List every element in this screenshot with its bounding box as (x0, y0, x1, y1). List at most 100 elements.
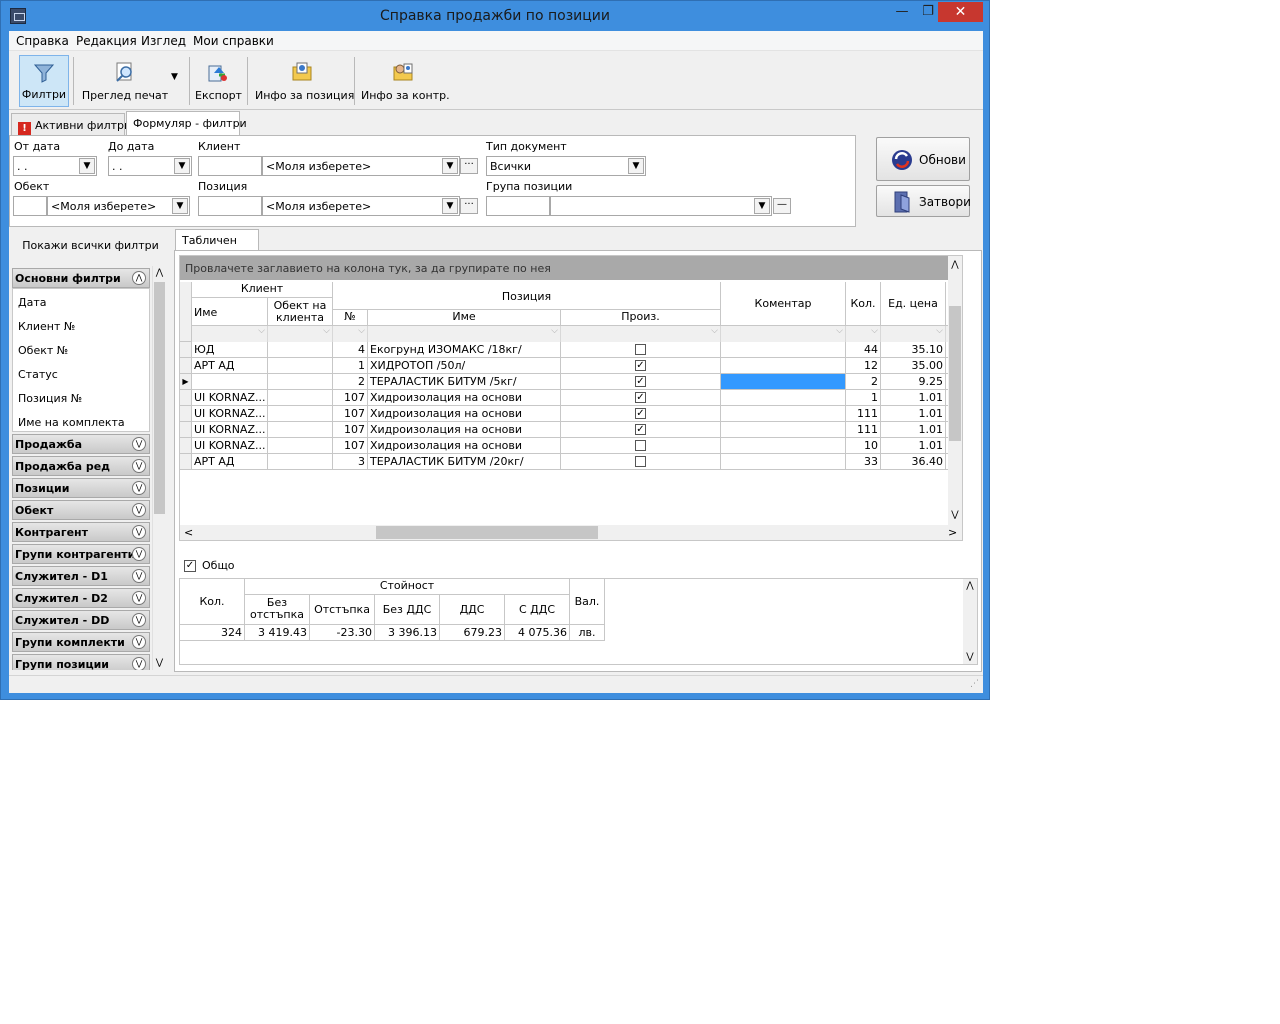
cell-produced[interactable] (561, 454, 721, 470)
filter-produced[interactable] (561, 326, 721, 342)
col-unit-price-header[interactable]: Ед. цена (881, 282, 946, 326)
client-code-input[interactable] (198, 156, 262, 176)
chevron-down-icon[interactable]: ⋁ (132, 481, 146, 495)
totals-with-vat-header[interactable]: С ДДС (505, 595, 570, 625)
chevron-down-icon[interactable]: ▼ (442, 158, 458, 174)
totals-currency-header[interactable]: Вал. (570, 579, 605, 625)
cell-object[interactable] (268, 406, 333, 422)
cell-unit-price[interactable]: 9.25 (881, 374, 946, 390)
cell-client[interactable] (192, 374, 268, 390)
cell-comment[interactable] (721, 342, 846, 358)
cell-qty[interactable]: 44 (846, 342, 881, 358)
group-basic-filters[interactable]: Основни филтри ⋀ (12, 268, 150, 288)
scroll-right-icon[interactable]: > (948, 526, 957, 539)
cell-pos-name[interactable]: ХИДРОТОП /50л/ (368, 358, 561, 374)
produced-checkbox[interactable]: ✓ (635, 392, 646, 403)
group-kit-groups[interactable]: Групи комплекти ⋁ (12, 632, 150, 652)
scroll-thumb[interactable] (376, 526, 598, 539)
cell-produced[interactable]: ✓ (561, 374, 721, 390)
chevron-down-icon[interactable]: ▼ (174, 158, 190, 174)
cell-comment[interactable] (721, 374, 846, 390)
scroll-thumb[interactable] (949, 306, 961, 441)
col-produced-header[interactable]: Произ. (561, 310, 721, 326)
cell-pos-no[interactable]: 3 (333, 454, 368, 470)
from-date-picker[interactable]: . . ▼ (13, 156, 97, 176)
col-qty-header[interactable]: Кол. (846, 282, 881, 326)
scroll-up-icon[interactable]: ⋀ (948, 260, 962, 270)
group-by-area[interactable]: Провлачете заглавието на колона тук, за … (180, 256, 962, 280)
cell-comment[interactable] (721, 358, 846, 374)
cell-client[interactable]: АРТ АД (192, 454, 268, 470)
col-client-header[interactable]: Клиент (192, 282, 333, 298)
scroll-up-icon[interactable]: ⋀ (963, 581, 977, 591)
cell-comment[interactable] (721, 406, 846, 422)
object-code-input[interactable] (13, 196, 47, 216)
cell-unit-price[interactable]: 1.01 (881, 422, 946, 438)
print-preview-dropdown[interactable]: ▼ (169, 55, 183, 107)
filter-client-name[interactable] (192, 326, 268, 342)
cell-produced[interactable]: ✓ (561, 406, 721, 422)
cell-pos-name[interactable]: Екогрунд ИЗОМАКС /18кг/ (368, 342, 561, 358)
row-indicator[interactable] (180, 422, 192, 438)
col-position-header[interactable]: Позиция (333, 282, 721, 310)
totals-no-vat-header[interactable]: Без ДДС (375, 595, 440, 625)
cell-pos-name[interactable]: ТЕРАЛАСТИК БИТУМ /5кг/ (368, 374, 561, 390)
totals-checkbox[interactable]: ✓ (184, 560, 196, 572)
chevron-down-icon[interactable]: ▼ (442, 198, 458, 214)
totals-no-discount-header[interactable]: Без отстъпка (245, 595, 310, 625)
cell-pos-no[interactable]: 4 (333, 342, 368, 358)
cell-client[interactable]: UI KORNAZ... (192, 438, 268, 454)
scroll-up-icon[interactable]: ⋀ (153, 268, 166, 278)
cell-pos-no[interactable]: 107 (333, 438, 368, 454)
group-employee-dd[interactable]: Служител - DD ⋁ (12, 610, 150, 630)
filter-item-object-no[interactable]: Обект № (18, 344, 68, 357)
chevron-down-icon[interactable]: ▼ (628, 158, 644, 174)
resize-grip-icon[interactable]: ⋰ (970, 679, 979, 689)
cell-pos-name[interactable]: Хидроизолация на основи (368, 406, 561, 422)
totals-vat-header[interactable]: ДДС (440, 595, 505, 625)
to-date-picker[interactable]: . . ▼ (108, 156, 192, 176)
filter-item-date[interactable]: Дата (18, 296, 46, 309)
pos-group-select[interactable]: ▼ (550, 196, 772, 216)
title-bar[interactable]: Справка продажби по позиции — ❐ ✕ (1, 1, 989, 31)
position-select[interactable]: <Моля изберете> ▼ (262, 196, 460, 216)
produced-checkbox[interactable]: ✓ (635, 376, 646, 387)
tab-table-view[interactable]: Табличен вид (175, 229, 259, 260)
cell-produced[interactable] (561, 438, 721, 454)
chevron-down-icon[interactable]: ⋁ (132, 569, 146, 583)
menu-spravka[interactable]: Справка (16, 34, 69, 48)
cell-pos-name[interactable]: Хидроизолация на основи (368, 422, 561, 438)
cell-client[interactable]: UI KORNAZ... (192, 406, 268, 422)
cell-unit-price[interactable]: 35.00 (881, 358, 946, 374)
cell-pos-name[interactable]: Хидроизолация на основи (368, 390, 561, 406)
cell-comment[interactable] (721, 454, 846, 470)
cell-qty[interactable]: 111 (846, 406, 881, 422)
chevron-down-icon[interactable]: ▼ (754, 198, 770, 214)
chevron-down-icon[interactable]: ⋁ (132, 591, 146, 605)
cell-produced[interactable] (561, 342, 721, 358)
group-position-groups[interactable]: Групи позиции ⋁ (12, 654, 150, 670)
doc-type-select[interactable]: Всички ▼ (486, 156, 646, 176)
close-button[interactable]: Затвори (876, 185, 971, 217)
cell-qty[interactable]: 111 (846, 422, 881, 438)
col-comment-header[interactable]: Коментар (721, 282, 846, 326)
totals-vscrollbar[interactable]: ⋀ ⋁ (963, 579, 977, 664)
cell-qty[interactable]: 33 (846, 454, 881, 470)
cell-produced[interactable]: ✓ (561, 390, 721, 406)
menu-my-reports[interactable]: Мои справки (193, 34, 274, 48)
group-employee-d1[interactable]: Служител - D1 ⋁ (12, 566, 150, 586)
cell-pos-no[interactable]: 1 (333, 358, 368, 374)
cell-object[interactable] (268, 358, 333, 374)
filter-item-client-no[interactable]: Клиент № (18, 320, 75, 333)
cell-qty[interactable]: 1 (846, 390, 881, 406)
cell-client[interactable]: UI KORNAZ... (192, 390, 268, 406)
grid-vscrollbar[interactable]: ⋀ ⋁ (948, 256, 962, 540)
totals-qty-header[interactable]: Кол. (180, 579, 245, 625)
print-preview-button[interactable]: Преглед печат (81, 55, 169, 107)
close-window-button[interactable]: ✕ (938, 2, 983, 22)
pos-group-code-input[interactable] (486, 196, 550, 216)
filter-pos-no[interactable] (333, 326, 368, 342)
row-indicator[interactable] (180, 406, 192, 422)
chevron-down-icon[interactable]: ⋁ (132, 459, 146, 473)
client-select[interactable]: <Моля изберете> ▼ (262, 156, 460, 176)
